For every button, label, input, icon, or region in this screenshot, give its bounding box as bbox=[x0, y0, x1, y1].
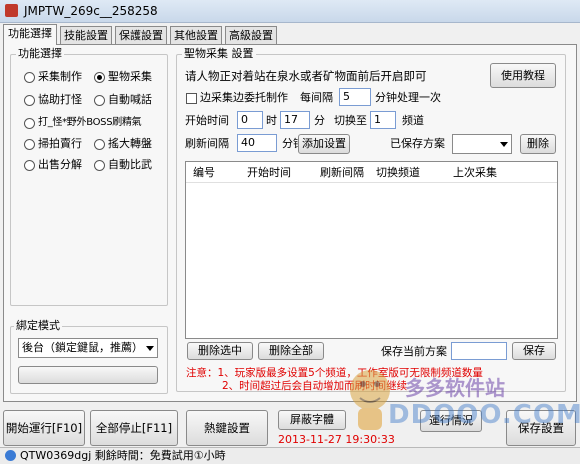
col-header-id[interactable]: 编号 bbox=[193, 166, 215, 180]
radio-auction-scan[interactable] bbox=[24, 139, 35, 150]
start-time-label: 开始时间 bbox=[185, 114, 229, 127]
note-line-2: 2、时间超过后会自动增加而刷时间继续 bbox=[222, 380, 408, 392]
bind-button[interactable] bbox=[18, 366, 158, 384]
save-settings-button[interactable]: 保存設置 bbox=[506, 410, 576, 446]
app-icon bbox=[5, 4, 18, 17]
table-header-bg bbox=[186, 162, 557, 183]
minute-label: 分 bbox=[314, 114, 325, 127]
col-header-last-gather[interactable]: 上次采集 bbox=[453, 166, 497, 180]
radio-auto-shout[interactable] bbox=[94, 95, 105, 106]
every-interval-label: 每间隔 bbox=[300, 91, 333, 104]
side-commission-label: 边采集边委托制作 bbox=[200, 91, 288, 104]
every-interval-input[interactable]: 5 bbox=[339, 88, 371, 106]
bind-mode-select[interactable]: 後台（鎖定鍵鼠，推薦） bbox=[18, 338, 158, 358]
relic-settings-title: 聖物采集 設置 bbox=[182, 47, 256, 61]
col-header-channel[interactable]: 切换频道 bbox=[376, 166, 420, 180]
bind-mode-title: 綁定模式 bbox=[14, 319, 62, 333]
start-hour-input[interactable]: 0 bbox=[237, 111, 263, 129]
radio-label-boss-essence: 打_怪*野外BOSS刷精氣 bbox=[38, 117, 142, 128]
process-once-label: 分钟处理一次 bbox=[375, 91, 441, 104]
save-current-label: 保存当前方案 bbox=[381, 345, 447, 358]
bind-mode-value: 後台（鎖定鍵鼠，推薦） bbox=[22, 341, 143, 354]
schedule-table[interactable] bbox=[185, 161, 558, 339]
status-text: QTW0369dgj 剩餘時間：免費試用①小時 bbox=[20, 449, 226, 462]
switch-to-label: 切换至 bbox=[334, 114, 367, 127]
tab-skill[interactable]: 技能設置 bbox=[60, 26, 112, 44]
stop-all-button[interactable]: 全部停止[F11] bbox=[90, 410, 178, 446]
side-commission-checkbox[interactable] bbox=[186, 93, 197, 104]
delete-all-button[interactable]: 删除全部 bbox=[258, 342, 324, 360]
radio-auto-duel[interactable] bbox=[94, 160, 105, 171]
function-group-title: 功能選擇 bbox=[16, 47, 64, 61]
channel-label: 频道 bbox=[402, 114, 424, 127]
tab-protect[interactable]: 保護設置 bbox=[115, 26, 167, 44]
timestamp: 2013-11-27 19:30:33 bbox=[278, 433, 395, 446]
saved-scheme-label: 已保存方案 bbox=[390, 137, 445, 150]
function-group bbox=[10, 54, 168, 306]
radio-label-auto-shout: 自動喊話 bbox=[108, 93, 152, 106]
col-header-refresh[interactable]: 刷新间隔 bbox=[320, 166, 364, 180]
refresh-interval-label: 刷新间隔 bbox=[185, 137, 229, 150]
chevron-down-icon bbox=[500, 142, 508, 147]
radio-label-relic-gather: 聖物采集 bbox=[108, 70, 152, 83]
radio-boss-essence[interactable] bbox=[24, 118, 35, 129]
radio-wheel-spin[interactable] bbox=[94, 139, 105, 150]
save-scheme-button[interactable]: 保存 bbox=[512, 342, 556, 360]
radio-relic-gather[interactable] bbox=[94, 72, 105, 83]
start-run-button[interactable]: 開始運行[F10] bbox=[3, 410, 85, 446]
relic-hint: 请人物正对着站在泉水或者矿物面前后开启即可 bbox=[185, 69, 427, 83]
radio-assist-fight[interactable] bbox=[24, 95, 35, 106]
refresh-interval-input[interactable]: 40 bbox=[237, 134, 277, 152]
hour-label: 时 bbox=[266, 114, 277, 127]
radio-sell-dismantle[interactable] bbox=[24, 160, 35, 171]
radio-label-gather-craft: 采集制作 bbox=[38, 70, 82, 83]
saved-scheme-select[interactable] bbox=[452, 134, 512, 154]
status-icon bbox=[5, 450, 16, 461]
chevron-down-icon bbox=[146, 346, 154, 351]
status-bar: QTW0369dgj 剩餘時間：免費試用①小時 bbox=[0, 447, 580, 464]
start-minute-input[interactable]: 17 bbox=[280, 111, 310, 129]
tab-function[interactable]: 功能選擇 bbox=[3, 24, 57, 45]
radio-label-auction-scan: 掃拍賣行 bbox=[38, 137, 82, 150]
scheme-name-input[interactable] bbox=[451, 342, 507, 360]
radio-label-auto-duel: 自動比武 bbox=[108, 158, 152, 171]
add-setting-button[interactable]: 添加设置 bbox=[298, 134, 350, 154]
radio-label-sell-dismantle: 出售分解 bbox=[38, 158, 82, 171]
window-title: JMPTW_269c__258258 bbox=[24, 4, 158, 18]
radio-label-assist-fight: 協助打怪 bbox=[38, 93, 82, 106]
run-status-button[interactable]: 運行情況 bbox=[420, 410, 482, 432]
tab-other[interactable]: 其他設置 bbox=[170, 26, 222, 44]
col-header-start-time[interactable]: 开始时间 bbox=[247, 166, 291, 180]
tab-advanced[interactable]: 高級設置 bbox=[225, 26, 277, 44]
radio-gather-craft[interactable] bbox=[24, 72, 35, 83]
title-bar: JMPTW_269c__258258 bbox=[0, 0, 580, 23]
tutorial-button[interactable]: 使用教程 bbox=[490, 63, 556, 88]
switch-channel-input[interactable]: 1 bbox=[370, 111, 396, 129]
delete-scheme-button[interactable]: 删除 bbox=[520, 134, 556, 154]
mask-font-button[interactable]: 屏蔽字體 bbox=[278, 410, 346, 430]
radio-label-wheel-spin: 搖大轉盤 bbox=[108, 137, 152, 150]
note-line-1: 注意：1、玩家版最多设置5个频道，工作室版可无限制频道数量 bbox=[186, 367, 483, 379]
delete-selected-button[interactable]: 删除选中 bbox=[187, 342, 253, 360]
hotkey-settings-button[interactable]: 熱鍵設置 bbox=[186, 410, 268, 446]
